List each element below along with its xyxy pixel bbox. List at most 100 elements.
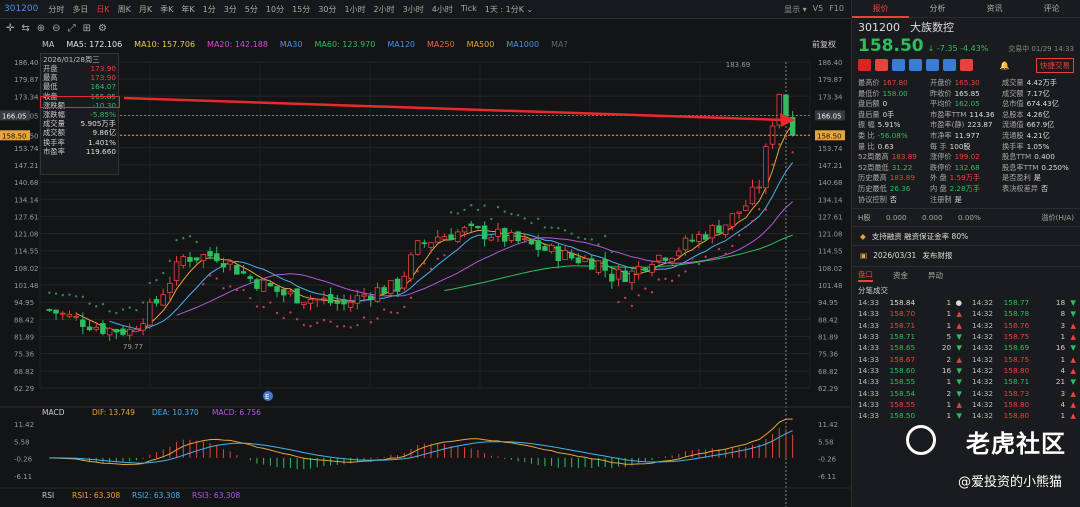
ma-label[interactable]: MA [42,40,54,49]
rsi-title[interactable]: RSI [42,491,54,500]
quote-cell: 委 比 -56.08% [858,131,930,142]
period-tab[interactable]: 1小时 [340,4,369,15]
period-tab[interactable]: 日K [92,4,113,15]
tab-orderbook[interactable]: 盘口 [858,269,873,283]
tick-row: 14:32 158.80 1 ▲ [966,410,1080,421]
sar-dot [322,318,326,322]
period-tab[interactable]: 3分 [220,4,241,15]
ma-legend-item[interactable]: MA60: 123.970 [314,40,375,49]
macd-title[interactable]: MACD [42,408,65,417]
quote-value: 165.30 [954,78,980,87]
period-tab[interactable]: 15分 [288,4,314,15]
period-tab[interactable]: 10分 [262,4,288,15]
candle-body [609,273,615,282]
quote-value: 否 [1040,183,1049,193]
sar-dot [610,250,614,254]
quote-cell: 昨收价 165.85 [930,89,1002,100]
axis-tick: 179.87 [14,76,39,84]
quote-cell: 52周最高 183.89 [858,152,930,163]
price-tag-text: 166.05 [2,112,27,120]
tick-direction-icon: ▼ [1070,343,1077,353]
ma-legend-item[interactable]: MA500 [467,40,495,49]
stock-code[interactable]: 301200 [0,4,44,14]
quote-key: 最低价 [858,88,880,98]
ma-legend-item[interactable]: MA5: 172.106 [66,40,122,49]
v5-button[interactable]: V5 [813,4,824,15]
candle-body [455,231,461,242]
quote-value: 199.02 [954,152,980,162]
zoom-out-icon[interactable]: ⊖ [52,23,60,34]
candle-body [555,246,562,261]
quick-trade-button[interactable]: 快捷交易 [1036,57,1074,73]
panel-tab[interactable]: 报价 [852,0,909,18]
sar-dot [563,229,567,232]
quote-cell: 总市值 674.43亿 [1002,99,1074,110]
sar-dot [349,326,352,329]
ma-legend-item[interactable]: MA10: 157.706 [134,40,195,49]
settings-icon[interactable]: ⚙ [98,23,107,34]
candle-body [187,257,193,262]
sar-dot [423,262,426,265]
bell-icon[interactable]: 🔔 [1000,61,1010,70]
period-tab[interactable]: 1天 : 1分K ⌄ [481,4,537,15]
ma-legend-item[interactable]: MA250 [427,40,455,49]
candle-body [475,226,481,229]
period-tab[interactable]: Tick [457,4,481,15]
candle-body [669,257,675,263]
period-tab[interactable]: 5分 [241,4,262,15]
candle-body [301,301,307,305]
margin-notice[interactable]: ◆ 支持融资 融资保证金率 80% [852,226,1080,245]
period-tab[interactable]: 30分 [314,4,340,15]
panel-tab[interactable]: 资讯 [966,3,1023,14]
badge-row: 🔔 快捷交易 [852,56,1080,74]
period-tab[interactable]: 季K [156,4,177,15]
sar-dot [630,304,634,308]
grid-icon[interactable]: ⊞ [83,23,91,34]
period-tab[interactable]: 3小时 [399,4,428,15]
move-icon[interactable]: ⇆ [21,23,29,34]
ma-legend-item[interactable]: MA30 [280,40,303,49]
report-notice[interactable]: ▣ 2026/03/31 发布财报 [852,245,1080,264]
sar-dot [704,255,707,259]
period-tab[interactable]: 年K [177,4,198,15]
period-tab[interactable]: 4小时 [428,4,457,15]
period-tab[interactable]: 1分 [199,4,220,15]
zoom-in-icon[interactable]: ⊕ [37,23,45,34]
rsi-header: RSI RSI1: 63.308 RSI2: 63.308 RSI3: 63.308 [42,491,240,500]
ma-legend-item[interactable]: MA120 [387,40,415,49]
sar-dot [523,217,526,220]
display-menu[interactable]: 显示 ▾ [784,4,807,15]
period-tab[interactable]: 多日 [68,4,92,15]
f10-button[interactable]: F10 [829,4,844,15]
period-tab[interactable]: 周K [114,4,135,15]
adjust-mode[interactable]: 前复权 [812,39,836,50]
quote-value: 132.68 [954,162,980,172]
heart-icon[interactable] [960,59,973,71]
crosshair-icon[interactable]: ✛ [6,23,14,34]
sar-dot [778,143,781,146]
tab-movement[interactable]: 异动 [928,270,943,281]
tick-time: 14:32 [972,377,994,387]
ma-legend-item[interactable]: MA20: 142.188 [207,40,268,49]
tick-price: 158.55 [889,399,916,409]
sar-dot [95,305,98,308]
macd-axis-tick: -6.11 [14,473,32,481]
period-tab[interactable]: 月K [135,4,156,15]
ma-legend-item[interactable]: MA? [551,40,568,49]
tab-funds[interactable]: 资金 [893,270,908,281]
axis-tick: 153.74 [14,145,39,153]
tick-time: 14:32 [972,320,994,330]
quote-cell: 52周最低 31.22 [858,163,930,174]
kline-chart[interactable]: 186.40 179.87 173.34 166.05 158.50 153.74 147.… [0,52,850,507]
tick-direction-icon: ▲ [956,354,963,364]
tick-time: 14:33 [858,332,880,342]
period-tab[interactable]: 2小时 [370,4,399,15]
ma-legend: MA MA5: 172.106 MA10: 157.706 MA20: 142.188… [0,38,850,51]
ma-legend-item[interactable]: MA1000 [506,40,539,49]
candle-body [501,228,508,242]
axis-tick: 81.89 [14,334,34,342]
expand-icon[interactable]: ⤢ [68,23,76,34]
period-tab[interactable]: 分时 [44,4,68,15]
panel-tab[interactable]: 分析 [909,3,966,14]
panel-tab[interactable]: 评论 [1023,3,1080,14]
